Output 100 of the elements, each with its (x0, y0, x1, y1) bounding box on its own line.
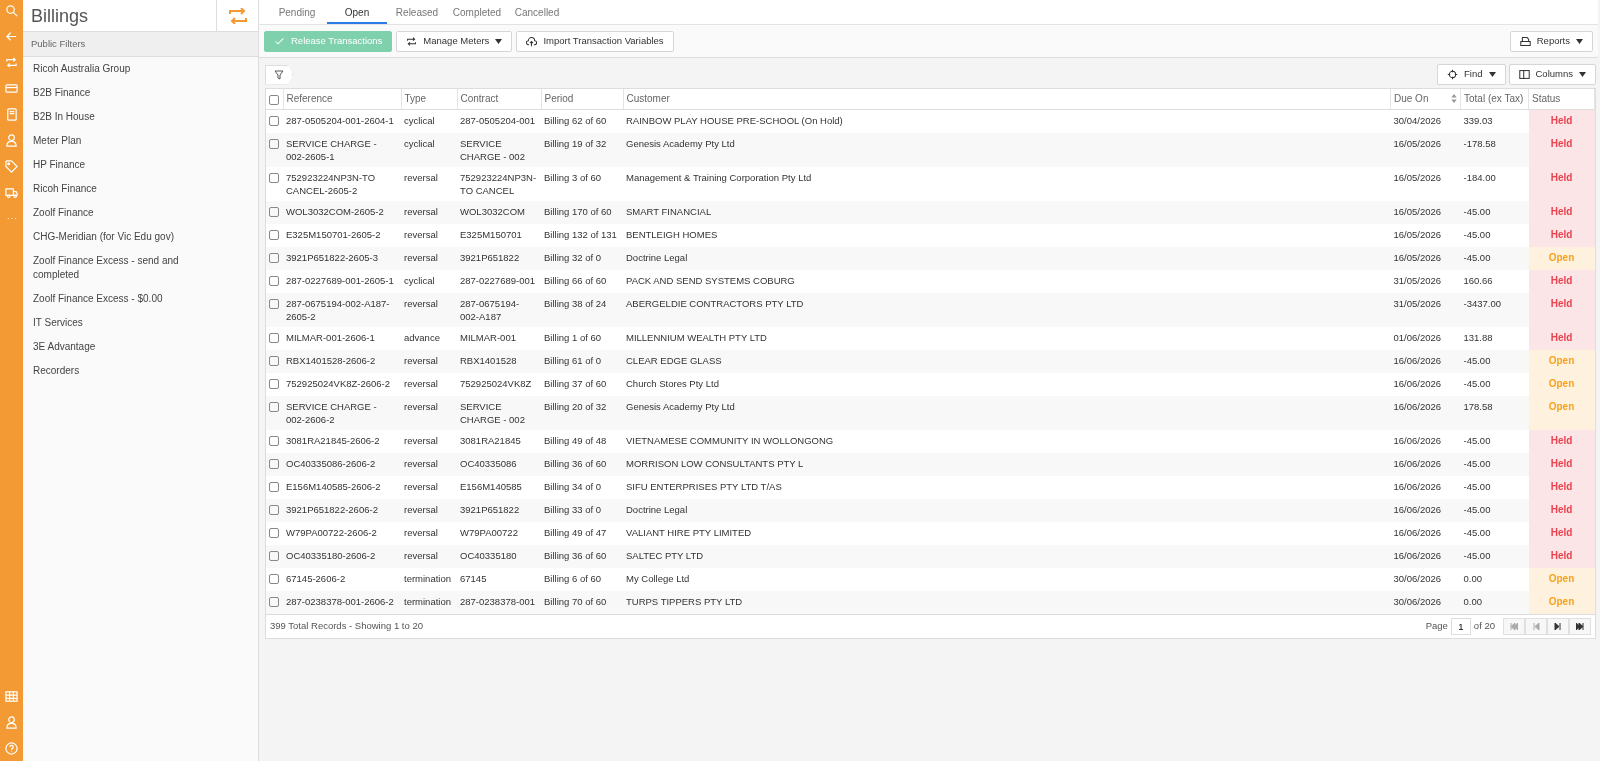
column-header[interactable]: Contract (460, 93, 538, 105)
repeat-icon[interactable] (226, 7, 249, 24)
help-icon[interactable] (5, 742, 18, 755)
filter-button[interactable] (265, 64, 293, 85)
last-page-button[interactable] (1569, 618, 1591, 635)
filter-item[interactable]: Meter Plan (23, 129, 193, 154)
next-page-button[interactable] (1547, 618, 1569, 635)
table-cell-text: Billing 32 of 0 (544, 251, 603, 264)
row-checkbox[interactable] (269, 482, 279, 492)
credit-card-icon[interactable] (5, 82, 18, 95)
tab[interactable]: Released (387, 0, 447, 24)
filter-item[interactable]: Recorders (23, 359, 193, 384)
row-checkbox[interactable] (269, 459, 279, 469)
reference-link[interactable]: MILMAR-001-2606-1 (286, 331, 398, 344)
column-header[interactable]: Total (ex Tax) (1464, 93, 1525, 105)
table-cell-text: 339.03 (1463, 114, 1494, 127)
filter-item[interactable]: HP Finance (23, 153, 193, 178)
table-cell-text: MORRISON LOW CONSULTANTS PTY L (626, 457, 805, 470)
filter-item[interactable]: B2B Finance (23, 81, 193, 106)
table-cell-text: -3437.00 (1463, 297, 1502, 310)
column-header[interactable]: Reference (286, 93, 398, 105)
reference-link[interactable]: 3081RA21845-2606-2 (286, 434, 398, 447)
row-checkbox[interactable] (269, 356, 279, 366)
table-cell-text: Billing 6 of 60 (544, 572, 603, 585)
row-checkbox[interactable] (269, 333, 279, 343)
column-header[interactable]: Status (1532, 93, 1591, 105)
reference-link[interactable]: 752925024VK8Z-2606-2 (286, 377, 398, 390)
reference-link[interactable]: E156M140585-2606-2 (286, 480, 398, 493)
table-cell-text: 16/05/2026 (1393, 228, 1443, 241)
column-header[interactable]: Customer (626, 93, 1387, 105)
find-button[interactable]: Find (1437, 64, 1506, 85)
search-icon[interactable] (5, 4, 18, 17)
reports-button[interactable]: Reports (1509, 31, 1593, 52)
row-checkbox[interactable] (269, 230, 279, 240)
row-checkbox[interactable] (269, 551, 279, 561)
row-checkbox[interactable] (269, 173, 279, 183)
filter-item[interactable]: Zoolf Finance (23, 201, 193, 226)
tab[interactable]: Cancelled (507, 0, 567, 24)
filter-item[interactable]: CHG-Meridian (for Vic Edu gov) (23, 225, 193, 250)
column-header[interactable]: Period (544, 93, 620, 105)
table-cell-text: cyclical (404, 137, 436, 150)
filter-item[interactable]: Ricoh Australia Group (23, 57, 193, 82)
table-cell-text: 160.66 (1463, 274, 1494, 287)
repeat-icon[interactable] (5, 56, 18, 69)
book-icon[interactable] (5, 108, 18, 121)
filter-item[interactable]: IT Services (23, 311, 193, 336)
filter-item[interactable]: Zoolf Finance Excess - $0.00 (23, 287, 193, 312)
user-icon[interactable] (5, 134, 18, 147)
filter-item[interactable]: Zoolf Finance Excess - send and completed (23, 249, 193, 288)
reference-link[interactable]: 287-0505204-001-2604-1 (286, 114, 398, 127)
table-cell-text: reversal (404, 297, 439, 310)
reference-link[interactable]: 67145-2606-2 (286, 572, 398, 585)
row-checkbox[interactable] (269, 436, 279, 446)
row-checkbox[interactable] (269, 116, 279, 126)
table-cell-text: advance (404, 331, 441, 344)
filter-item[interactable]: Ricoh Finance (23, 177, 193, 202)
tag-icon[interactable] (5, 160, 18, 173)
first-page-button[interactable] (1503, 618, 1525, 635)
row-checkbox[interactable] (269, 276, 279, 286)
sort-icon[interactable] (1451, 94, 1457, 103)
column-header[interactable]: Type (404, 93, 454, 105)
reference-link[interactable]: E325M150701-2605-2 (286, 228, 398, 241)
reference-link[interactable]: W79PA00722-2606-2 (286, 526, 398, 539)
row-checkbox[interactable] (269, 379, 279, 389)
table-cell-text: Billing 36 of 60 (544, 457, 608, 470)
reference-link[interactable]: 287-0227689-001-2605-1 (286, 274, 398, 287)
table-cell-text: reversal (404, 457, 439, 470)
table-cell-text: Billing 61 of 0 (544, 354, 603, 367)
column-header[interactable]: Due On (1394, 93, 1457, 105)
columns-button[interactable]: Columns (1508, 64, 1596, 85)
table-cell-text: cyclical (404, 114, 436, 127)
reference-link[interactable]: 752923224NP3N-TO CANCEL-2605-2 (286, 171, 398, 197)
row-checkbox[interactable] (269, 505, 279, 515)
row-checkbox[interactable] (269, 597, 279, 607)
row-checkbox[interactable] (269, 253, 279, 263)
tab[interactable]: Pending (267, 0, 327, 24)
status-label: Open (1548, 378, 1575, 389)
caret-icon (1488, 72, 1496, 77)
toolbar-button[interactable]: Import Transaction Variables (516, 31, 674, 52)
grid-icon[interactable] (5, 690, 18, 703)
page-input[interactable]: 1 (1450, 618, 1471, 635)
status-label: Open (1548, 401, 1575, 412)
truck-icon[interactable] (5, 186, 18, 199)
table-cell-text: 16/06/2026 (1393, 400, 1443, 413)
user-icon[interactable] (5, 716, 18, 729)
table-cell-text: ABERGELDIE CONTRACTORS PTY LTD (626, 297, 805, 310)
row-checkbox[interactable] (269, 574, 279, 584)
row-checkbox[interactable] (269, 528, 279, 538)
row-checkbox[interactable] (269, 299, 279, 309)
filter-item[interactable]: B2B In House (23, 105, 193, 130)
select-all-checkbox[interactable] (269, 95, 279, 105)
row-checkbox[interactable] (269, 207, 279, 217)
toolbar-button[interactable]: Manage Meters (396, 31, 513, 52)
row-checkbox[interactable] (269, 139, 279, 149)
row-checkbox[interactable] (269, 402, 279, 412)
table-cell-text: reversal (404, 526, 439, 539)
back-arrow-icon[interactable] (5, 30, 18, 43)
filter-item[interactable]: 3E Advantage (23, 335, 193, 360)
tab[interactable]: Completed (447, 0, 507, 24)
table-cell-text: reversal (404, 228, 439, 241)
